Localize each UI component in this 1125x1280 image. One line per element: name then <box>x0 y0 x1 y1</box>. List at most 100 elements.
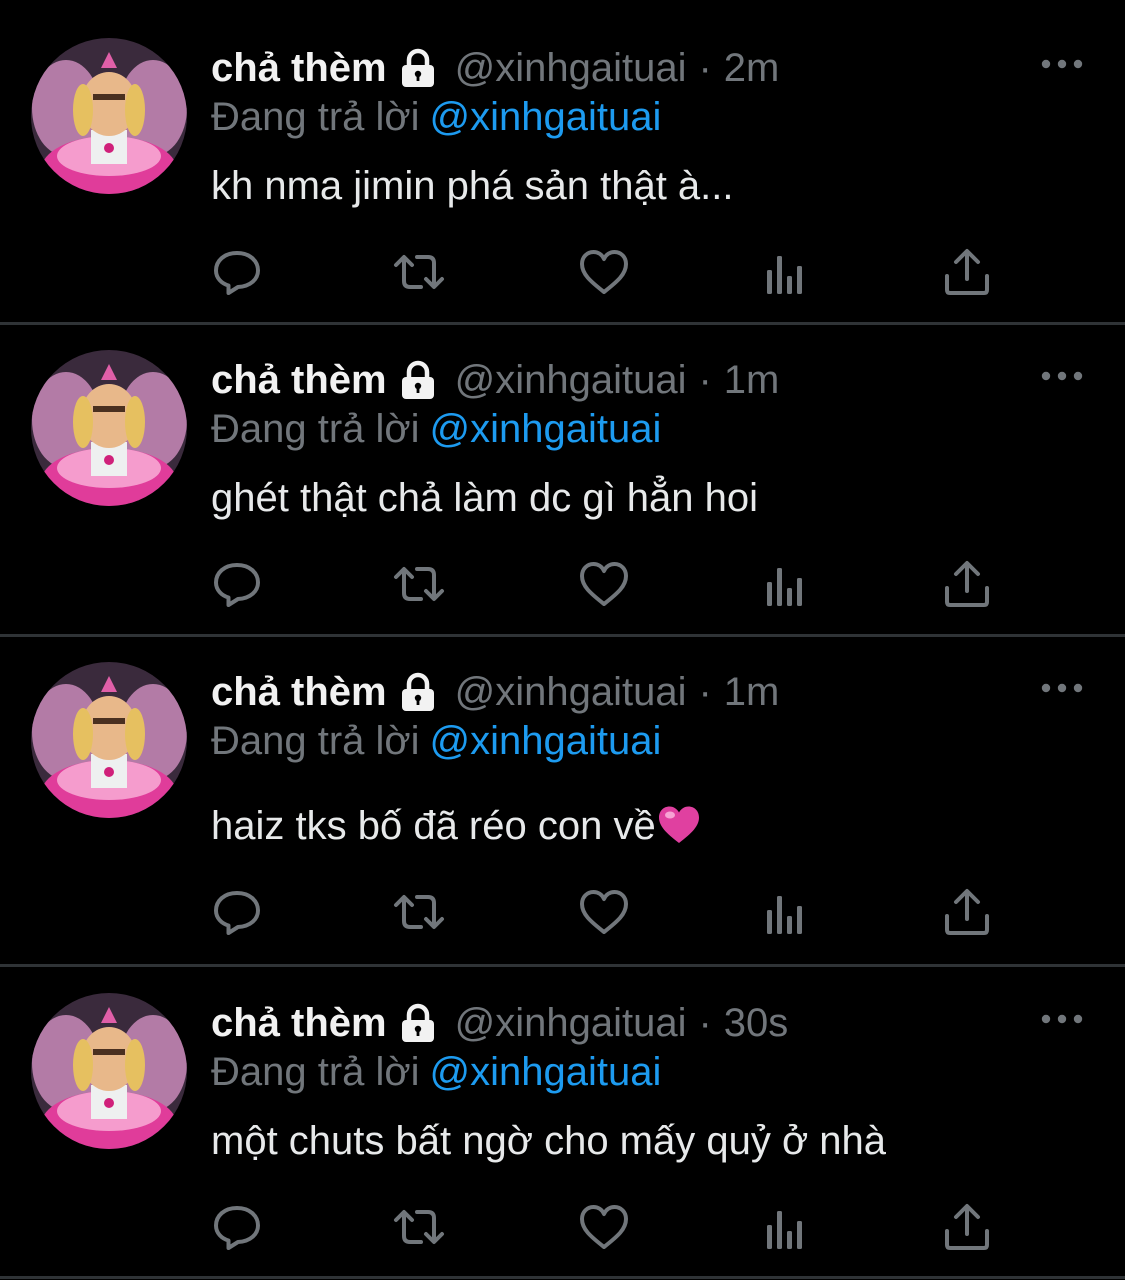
reply-mention-link[interactable]: @xinhgaituai <box>430 719 662 763</box>
tweet-header: chả thèm @xinhgaituai · 1m <box>211 354 779 406</box>
divider <box>0 1276 1125 1279</box>
timestamp[interactable]: 1m <box>724 354 780 406</box>
avatar[interactable] <box>31 38 187 194</box>
timestamp[interactable]: 2m <box>724 42 780 94</box>
avatar[interactable] <box>31 662 187 818</box>
display-name[interactable]: chả thèm <box>211 997 387 1049</box>
tweet-text: haiz tks bố đã réo con về <box>211 800 700 852</box>
replying-to: Đang trả lời @xinhgaituai <box>211 404 661 454</box>
like-button[interactable] <box>578 558 630 610</box>
share-button[interactable] <box>941 1201 993 1253</box>
reply-button[interactable] <box>211 886 263 938</box>
tweet-text-content: haiz tks bố đã réo con về <box>211 804 656 848</box>
reply-button[interactable] <box>211 1201 263 1253</box>
more-options-icon[interactable] <box>1040 54 1084 74</box>
reply-prefix: Đang trả lời <box>211 407 420 451</box>
reply-mention-link[interactable]: @xinhgaituai <box>430 95 662 139</box>
views-icon <box>767 256 802 294</box>
reply-icon <box>214 891 260 935</box>
retweet-button[interactable] <box>393 1201 445 1253</box>
like-icon <box>580 1205 628 1249</box>
tweet-header: chả thèm @xinhgaituai · 1m <box>211 666 779 718</box>
action-bar <box>0 886 1125 942</box>
retweet-button[interactable] <box>393 246 445 298</box>
share-button[interactable] <box>941 558 993 610</box>
handle[interactable]: @xinhgaituai <box>455 666 687 718</box>
retweet-icon <box>394 567 444 601</box>
reply-icon <box>214 1206 260 1250</box>
like-button[interactable] <box>578 246 630 298</box>
retweet-icon <box>394 1210 444 1244</box>
views-icon <box>767 896 802 934</box>
views-icon <box>767 1211 802 1249</box>
retweet-icon <box>394 895 444 929</box>
retweet-icon <box>394 255 444 289</box>
avatar[interactable] <box>31 993 187 1149</box>
tweet-text: kh nma jimin phá sản thật à... <box>211 164 734 208</box>
separator-dot: · <box>698 670 712 714</box>
avatar[interactable] <box>31 350 187 506</box>
lock-icon <box>401 672 434 711</box>
timestamp[interactable]: 30s <box>724 997 789 1049</box>
tweet-header: chả thèm @xinhgaituai · 2m <box>211 42 779 94</box>
share-icon <box>945 561 989 607</box>
tweet[interactable]: chả thèm @xinhgaituai · 30s Đang trả lời… <box>0 955 1125 1280</box>
like-button[interactable] <box>578 886 630 938</box>
tweet[interactable]: chả thèm @xinhgaituai · 1m Đang trả lời @… <box>0 312 1125 635</box>
views-button[interactable] <box>759 886 811 938</box>
tweet-header: chả thèm @xinhgaituai · 30s <box>211 997 788 1049</box>
reply-prefix: Đang trả lời <box>211 1050 420 1094</box>
tweet-feed: chả thèm @xinhgaituai · 2m Đang trả lời @… <box>0 0 1125 1280</box>
views-button[interactable] <box>759 1201 811 1253</box>
lock-icon <box>401 48 434 87</box>
reply-prefix: Đang trả lời <box>211 719 420 763</box>
action-bar <box>0 558 1125 614</box>
tweet-text: ghét thật chả làm dc gì hẳn hoi <box>211 476 759 520</box>
separator-dot: · <box>698 358 712 402</box>
lock-icon <box>401 360 434 399</box>
retweet-button[interactable] <box>393 886 445 938</box>
tweet[interactable]: chả thèm @xinhgaituai · 1m Đang trả lời @… <box>0 624 1125 964</box>
replying-to: Đang trả lời @xinhgaituai <box>211 716 661 766</box>
share-button[interactable] <box>941 886 993 938</box>
reply-button[interactable] <box>211 558 263 610</box>
timestamp[interactable]: 1m <box>724 666 780 718</box>
handle[interactable]: @xinhgaituai <box>455 997 687 1049</box>
action-bar <box>0 1201 1125 1257</box>
tweet-text: một chuts bất ngờ cho mấy quỷ ở nhà <box>211 1119 887 1163</box>
more-options-icon[interactable] <box>1040 1009 1084 1029</box>
views-icon <box>767 568 802 606</box>
like-icon <box>580 562 628 606</box>
reply-mention-link[interactable]: @xinhgaituai <box>430 407 662 451</box>
display-name[interactable]: chả thèm <box>211 42 387 94</box>
tweet[interactable]: chả thèm @xinhgaituai · 2m Đang trả lời @… <box>0 0 1125 323</box>
views-button[interactable] <box>759 558 811 610</box>
views-button[interactable] <box>759 246 811 298</box>
separator-dot: · <box>698 46 712 90</box>
more-options-icon[interactable] <box>1040 678 1084 698</box>
display-name[interactable]: chả thèm <box>211 354 387 406</box>
handle[interactable]: @xinhgaituai <box>455 354 687 406</box>
reply-button[interactable] <box>211 246 263 298</box>
share-icon <box>945 1204 989 1250</box>
share-icon <box>945 249 989 295</box>
like-icon <box>580 250 628 294</box>
reply-icon <box>214 251 260 295</box>
action-bar <box>0 246 1125 302</box>
handle[interactable]: @xinhgaituai <box>455 42 687 94</box>
reply-mention-link[interactable]: @xinhgaituai <box>430 1050 662 1094</box>
lock-icon <box>401 1003 434 1042</box>
share-button[interactable] <box>941 246 993 298</box>
more-options-icon[interactable] <box>1040 366 1084 386</box>
share-icon <box>945 889 989 935</box>
replying-to: Đang trả lời @xinhgaituai <box>211 92 661 142</box>
display-name[interactable]: chả thèm <box>211 666 387 718</box>
retweet-button[interactable] <box>393 558 445 610</box>
separator-dot: · <box>698 1001 712 1045</box>
like-icon <box>580 890 628 934</box>
reply-prefix: Đang trả lời <box>211 95 420 139</box>
like-button[interactable] <box>578 1201 630 1253</box>
replying-to: Đang trả lời @xinhgaituai <box>211 1047 661 1097</box>
pink-heart-emoji <box>658 806 699 843</box>
reply-icon <box>214 563 260 607</box>
